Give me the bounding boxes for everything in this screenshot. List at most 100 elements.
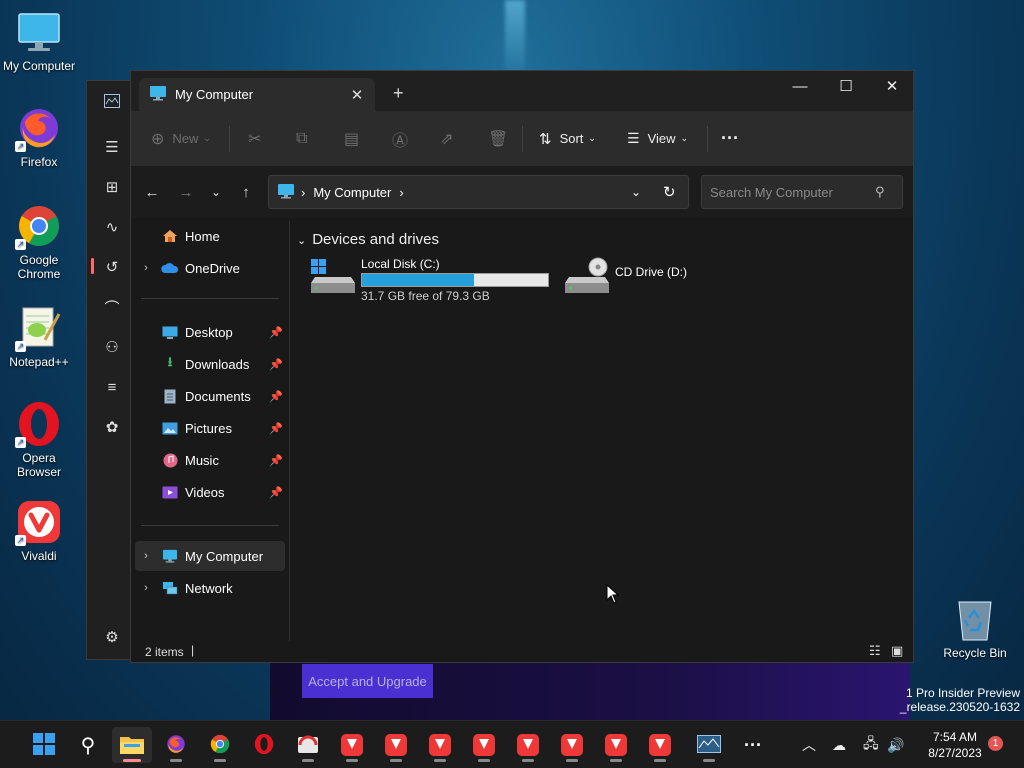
desktop-icon-notepadpp[interactable]: ↗ Notepad++ — [2, 304, 76, 369]
picture-icon — [161, 420, 179, 436]
view-button[interactable]: ☰ View ⌄ — [627, 111, 688, 166]
start-button[interactable] — [24, 727, 64, 763]
pin-icon[interactable]: 📌 — [269, 358, 283, 371]
nav-item-desktop[interactable]: Desktop 📌 — [135, 317, 285, 347]
pin-icon[interactable]: 📌 — [269, 454, 283, 467]
taskbar-chrome[interactable] — [200, 727, 240, 763]
notification-badge[interactable]: 1 — [988, 736, 1003, 751]
nav-item-pictures[interactable]: Pictures 📌 — [135, 413, 285, 443]
close-window-button[interactable]: ✕ — [869, 71, 915, 101]
taskbar-vivaldi-3[interactable] — [420, 727, 460, 763]
back-arrow-icon[interactable]: ← — [137, 178, 167, 206]
breadcrumb-my-computer[interactable]: My Computer — [313, 185, 391, 200]
new-tab-button[interactable]: + — [393, 83, 404, 104]
close-tab-icon[interactable]: ✕ — [347, 86, 367, 104]
taskbar-vivaldi-2[interactable] — [376, 727, 416, 763]
nav-item-downloads[interactable]: ⭳ Downloads 📌 — [135, 349, 285, 379]
group-header-devices-and-drives[interactable]: ⌄ Devices and drives — [297, 231, 439, 248]
share-icon[interactable]: ⇗ — [440, 111, 453, 166]
taskbar-opera[interactable] — [244, 727, 284, 763]
new-button[interactable]: ⊕ New ⌄ — [151, 111, 211, 166]
delete-icon[interactable]: 🗑 — [488, 111, 508, 166]
more-options-button[interactable]: ··· — [721, 111, 739, 166]
show-hidden-icons-button[interactable]: ︿ — [802, 721, 816, 768]
taskbar-monitor-app[interactable] — [689, 727, 729, 763]
paste-icon[interactable]: ▤ — [344, 111, 359, 166]
maximize-button[interactable]: ☐ — [823, 71, 869, 101]
desktop-icon-chrome[interactable]: ↗ Google Chrome — [2, 202, 76, 281]
nav-item-my-computer[interactable]: › My Computer — [135, 541, 285, 571]
nav-item-music[interactable]: Music 📌 — [135, 445, 285, 475]
chevron-down-icon: ⌄ — [588, 133, 596, 143]
nav-item-home[interactable]: Home — [135, 221, 285, 251]
cloud-icon — [161, 260, 179, 276]
taskbar-vivaldi-5[interactable] — [508, 727, 548, 763]
recent-locations-icon[interactable]: ⌄ — [201, 178, 231, 206]
nav-item-onedrive[interactable]: › OneDrive — [135, 253, 285, 283]
drive-local-disk-c[interactable]: Local Disk (C:) 31.7 GB free of 79.3 GB — [311, 257, 551, 305]
taskbar-vivaldi-6[interactable] — [552, 727, 592, 763]
volume-tray-icon[interactable]: 🔊 — [887, 721, 904, 768]
accept-and-upgrade-button[interactable]: Accept and Upgrade — [302, 664, 433, 698]
recycle-bin-icon — [955, 596, 995, 642]
taskbar-vivaldi-8[interactable] — [640, 727, 680, 763]
desktop-icon-recycle-bin[interactable]: Recycle Bin — [940, 596, 1010, 660]
nav-item-network[interactable]: › Network — [135, 573, 285, 603]
home-icon — [161, 228, 179, 244]
forward-arrow-icon[interactable]: → — [171, 178, 201, 206]
drive-name: CD Drive (D:) — [615, 265, 687, 279]
nav-item-videos[interactable]: Videos 📌 — [135, 477, 285, 507]
rename-icon[interactable]: Ⓐ — [392, 111, 408, 166]
pin-icon[interactable]: 📌 — [269, 422, 283, 435]
clock[interactable]: 7:54 AM 8/27/2023 — [912, 729, 998, 761]
tab-my-computer[interactable]: My Computer ✕ — [139, 78, 375, 111]
watermark-line: _release.230520-1632 — [899, 700, 1020, 714]
pin-icon[interactable]: 📌 — [269, 390, 283, 403]
taskbar-overflow-button[interactable]: ··· — [733, 727, 773, 763]
copy-icon[interactable]: ⧉ — [296, 111, 307, 166]
title-bar[interactable]: My Computer ✕ + — ☐ ✕ — [131, 71, 913, 111]
speaker-icon: 🔊 — [887, 736, 905, 753]
drive-cd-d[interactable]: CD Drive (D:) — [565, 257, 735, 305]
chevron-right-icon[interactable]: › — [399, 185, 403, 200]
large-icons-view-icon[interactable]: ▣ — [891, 643, 903, 659]
taskbar-search-button[interactable]: ⚲ — [68, 727, 108, 763]
onedrive-tray-icon[interactable]: ☁ — [832, 721, 846, 768]
taskbar-vivaldi-7[interactable] — [596, 727, 636, 763]
more-dots-icon: ··· — [744, 734, 762, 755]
search-input[interactable] — [701, 175, 903, 209]
minimize-button[interactable]: — — [777, 71, 823, 101]
nav-item-documents[interactable]: Documents 📌 — [135, 381, 285, 411]
taskbar-app-red[interactable] — [288, 727, 328, 763]
desktop-icon-vivaldi[interactable]: ↗ Vivaldi — [2, 498, 76, 563]
chevron-right-icon[interactable]: › — [135, 550, 157, 562]
taskbar-vivaldi-1[interactable] — [332, 727, 372, 763]
up-arrow-icon[interactable]: ↑ — [231, 178, 261, 206]
group-header-label: Devices and drives — [312, 231, 439, 248]
details-view-icon[interactable]: ☷ — [869, 643, 881, 659]
network-tray-icon[interactable]: 🖧 — [863, 721, 879, 768]
pane-splitter[interactable] — [289, 221, 290, 641]
chevron-right-icon[interactable]: › — [135, 262, 157, 274]
taskbar-file-explorer[interactable] — [112, 727, 152, 763]
taskbar-vivaldi-4[interactable] — [464, 727, 504, 763]
desktop-icon-my-computer[interactable]: My Computer — [2, 8, 76, 73]
pin-icon[interactable]: 📌 — [269, 486, 283, 499]
desktop-icon-firefox[interactable]: ↗ Firefox — [2, 104, 76, 169]
address-dropdown-icon[interactable]: ⌄ — [631, 185, 641, 199]
chevron-right-icon[interactable]: › — [135, 582, 157, 594]
desktop-icon-opera[interactable]: ↗ Opera Browser — [2, 400, 76, 479]
navigation-row: ← → ⌄ ↑ › My Computer › ⌄ ↻ ⚲ — [131, 166, 913, 218]
address-bar[interactable]: › My Computer › ⌄ ↻ — [268, 175, 689, 209]
monitor-icon — [15, 8, 63, 56]
cloud-off-icon: ☁ — [832, 736, 846, 753]
clock-time: 7:54 AM — [932, 730, 978, 744]
cut-icon[interactable]: ✂ — [248, 111, 261, 166]
refresh-icon[interactable]: ↻ — [663, 183, 676, 201]
sort-button[interactable]: ⇅ Sort ⌄ — [539, 111, 596, 166]
taskbar-firefox[interactable] — [156, 727, 196, 763]
desktop-icon-label: Google Chrome — [17, 253, 61, 281]
pin-icon[interactable]: 📌 — [269, 326, 283, 339]
app-window-icon — [297, 733, 319, 758]
desktop-icon-label: My Computer — [2, 59, 76, 73]
